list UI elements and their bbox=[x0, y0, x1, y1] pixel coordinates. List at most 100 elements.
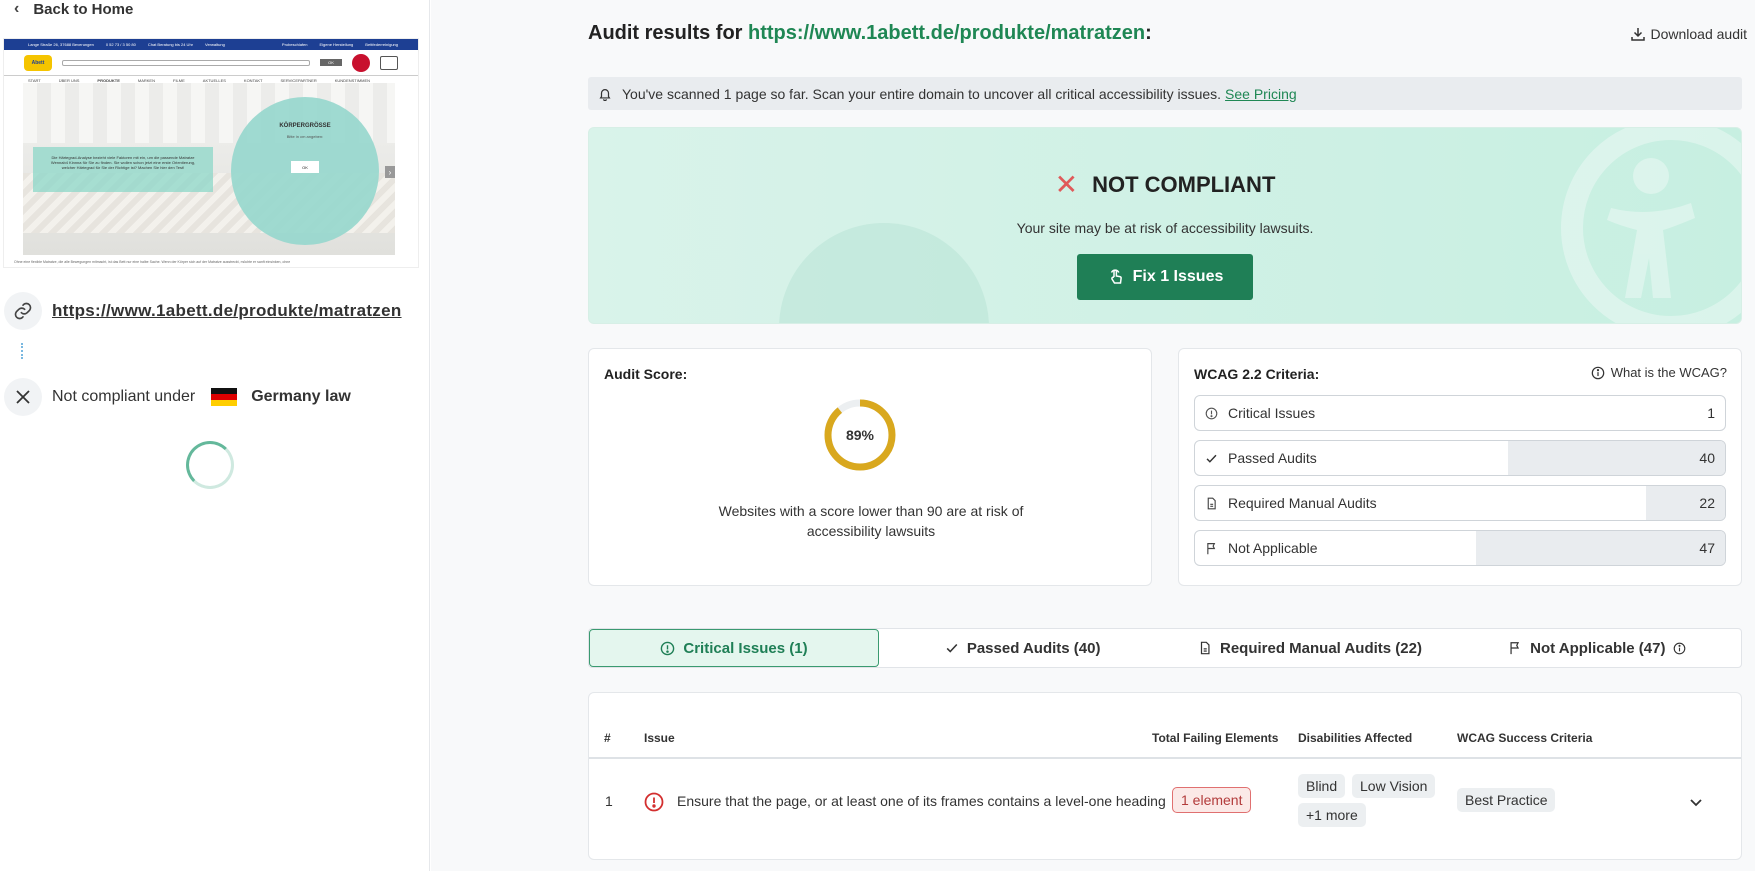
preview-arrow-icon: › bbox=[385, 166, 395, 178]
criteria-value: 22 bbox=[1699, 495, 1715, 511]
criteria-label-text: Passed Audits bbox=[1228, 450, 1317, 466]
download-audit-button[interactable]: Download audit bbox=[1630, 26, 1747, 42]
check-icon bbox=[1206, 454, 1217, 463]
fix-issues-label: Fix 1 Issues bbox=[1132, 268, 1224, 285]
preview-hero: Die Härtegrad-Analyse bezieht viele Fakt… bbox=[23, 83, 395, 255]
preview-nav-item: KONTAKT bbox=[243, 77, 263, 83]
alert-circle-icon bbox=[661, 641, 675, 655]
preview-footer-text: Ohne eine flexible Matratze, die alle Be… bbox=[14, 260, 291, 264]
document-icon bbox=[1207, 497, 1216, 509]
main-content: Audit results for https://www.1abett.de/… bbox=[431, 0, 1755, 871]
scanned-url-row: https://www.1abett.de/produkte/matratzen bbox=[0, 290, 430, 332]
preview-logo: Abett bbox=[24, 54, 52, 71]
what-is-wcag-link[interactable]: What is the WCAG? bbox=[1591, 365, 1727, 380]
criteria-passed-audits[interactable]: Passed Audits 40 bbox=[1194, 440, 1726, 476]
tap-hand-icon bbox=[1110, 269, 1122, 284]
issues-table: # Issue Total Failing Elements Disabilit… bbox=[588, 692, 1742, 860]
disability-badge-low-vision: Low Vision bbox=[1352, 774, 1436, 798]
column-header-issue: Issue bbox=[644, 731, 675, 745]
fix-issues-button[interactable]: Fix 1 Issues bbox=[1077, 254, 1253, 300]
scanned-url-link[interactable]: https://www.1abett.de/produkte/matratzen bbox=[52, 301, 402, 321]
document-icon bbox=[1200, 641, 1210, 655]
cross-icon: ✕ bbox=[1054, 169, 1079, 200]
title-prefix: Audit results for bbox=[588, 22, 743, 44]
preview-circle-button: OK bbox=[291, 161, 319, 173]
germany-flag-icon bbox=[211, 388, 238, 406]
criteria-label-text: Not Applicable bbox=[1228, 540, 1318, 556]
notice-text: You've scanned 1 page so far. Scan your … bbox=[622, 85, 1222, 102]
preview-nav-item: ÜBER UNS bbox=[58, 77, 80, 83]
preview-topbar-item: Chat Beratung bis 24 Uhr bbox=[147, 42, 193, 47]
tab-required-manual-audits[interactable]: Required Manual Audits (22) bbox=[1166, 629, 1453, 667]
tab-not-applicable[interactable]: Not Applicable (47) bbox=[1454, 629, 1741, 667]
preview-seal bbox=[352, 53, 370, 72]
compliance-hero: ✕ NOT COMPLIANT Your site may be at risk… bbox=[588, 127, 1742, 324]
audit-score-card: Audit Score: 89% Websites with a score l… bbox=[588, 348, 1152, 586]
preview-nav-item: FILME bbox=[173, 77, 185, 83]
score-note: Websites with a score lower than 90 are … bbox=[718, 503, 1024, 539]
download-icon bbox=[1631, 28, 1646, 41]
status-label: NOT COMPLIANT bbox=[1092, 171, 1276, 197]
preview-nav-item: SERVICEPARTNER bbox=[280, 77, 317, 83]
criteria-required-manual-audits[interactable]: Required Manual Audits 22 bbox=[1194, 485, 1726, 521]
preview-size-circle: KÖRPERGRÖSSE Bitte in cm angeben: OK bbox=[231, 97, 379, 245]
alert-circle-icon bbox=[1205, 407, 1218, 419]
preview-nav-item: PRODUKTE bbox=[97, 77, 120, 83]
column-header-wcag-criteria: WCAG Success Criteria bbox=[1457, 731, 1593, 745]
back-to-home-link[interactable]: ‹ Back to Home bbox=[14, 0, 133, 18]
criteria-value: 47 bbox=[1699, 540, 1715, 556]
preview-popup: Die Härtegrad-Analyse bezieht viele Fakt… bbox=[33, 147, 213, 192]
preview-topbar-item: Lange Straße 26, 37688 Beverungen bbox=[28, 42, 94, 47]
title-suffix: : bbox=[1145, 22, 1152, 44]
score-title: Audit Score: bbox=[604, 366, 688, 382]
preview-header: Abett OK bbox=[4, 50, 418, 76]
wcag-criteria-badge: Best Practice bbox=[1457, 788, 1556, 812]
preview-topbar-item: Probeschlafen bbox=[281, 42, 308, 47]
check-icon bbox=[946, 643, 958, 653]
criteria-fill bbox=[1507, 441, 1725, 475]
tab-critical-issues[interactable]: Critical Issues (1) bbox=[589, 629, 879, 667]
info-icon[interactable] bbox=[1673, 642, 1686, 655]
criteria-not-applicable[interactable]: Not Applicable 47 bbox=[1194, 530, 1726, 566]
preview-nav-item: KUNDENSTIMMEN bbox=[334, 77, 371, 83]
download-label: Download audit bbox=[1650, 26, 1747, 42]
criteria-value: 1 bbox=[1707, 405, 1715, 421]
see-pricing-link[interactable]: See Pricing bbox=[1225, 86, 1297, 102]
law-country: Germany law bbox=[251, 388, 351, 405]
preview-nav-item: START bbox=[28, 77, 41, 83]
wcag-help-label: What is the WCAG? bbox=[1610, 365, 1727, 380]
criteria-critical-issues[interactable]: Critical Issues 1 bbox=[1194, 395, 1726, 431]
preview-nav-item: AKTUELLES bbox=[202, 77, 226, 83]
criteria-fill bbox=[1475, 531, 1725, 565]
status-subtitle: Your site may be at risk of accessibilit… bbox=[1016, 220, 1314, 236]
issue-description: Ensure that the page, or at least one of… bbox=[677, 793, 1166, 809]
info-icon bbox=[1591, 366, 1604, 379]
link-icon bbox=[4, 292, 42, 330]
tab-label: Passed Audits (40) bbox=[966, 639, 1101, 657]
preview-topbar-item: Eigene Herstellung bbox=[319, 42, 354, 47]
preview-cart-icon bbox=[380, 55, 398, 70]
title-site-link[interactable]: https://www.1abett.de/produkte/matratzen bbox=[748, 22, 1145, 44]
audit-tabs: Critical Issues (1) Passed Audits (40) R… bbox=[588, 628, 1742, 668]
column-header-failing-elements: Total Failing Elements bbox=[1152, 731, 1279, 745]
criteria-label: Required Manual Audits bbox=[1205, 495, 1377, 511]
law-status-row: Not compliant under Germany law bbox=[0, 376, 430, 418]
compliance-status: ✕ NOT COMPLIANT bbox=[589, 168, 1741, 201]
preview-topbar-item: Bettfederreinigung bbox=[365, 42, 398, 47]
wcag-title: WCAG 2.2 Criteria: bbox=[1194, 366, 1320, 382]
page-title: Audit results for https://www.1abett.de/… bbox=[588, 22, 1152, 45]
criteria-label: Critical Issues bbox=[1205, 405, 1315, 421]
flag-icon bbox=[1207, 542, 1216, 554]
criteria-label-text: Critical Issues bbox=[1228, 405, 1316, 421]
preview-topbar-item: Verwaltung bbox=[205, 42, 225, 47]
preview-circle-sub: Bitte in cm angeben: bbox=[286, 134, 324, 139]
tab-passed-audits[interactable]: Passed Audits (40) bbox=[879, 629, 1166, 667]
preview-topbar: Lange Straße 26, 37688 Beverungen 0 52 7… bbox=[4, 39, 418, 50]
law-prefix: Not compliant under bbox=[52, 388, 196, 405]
connector-dots bbox=[21, 343, 23, 359]
disability-more-badge[interactable]: +1 more bbox=[1298, 803, 1366, 827]
chevron-down-icon[interactable] bbox=[1688, 794, 1704, 810]
criteria-label: Passed Audits bbox=[1205, 450, 1317, 466]
score-value: 89% bbox=[845, 427, 875, 443]
column-header-disabilities: Disabilities Affected bbox=[1298, 731, 1413, 745]
